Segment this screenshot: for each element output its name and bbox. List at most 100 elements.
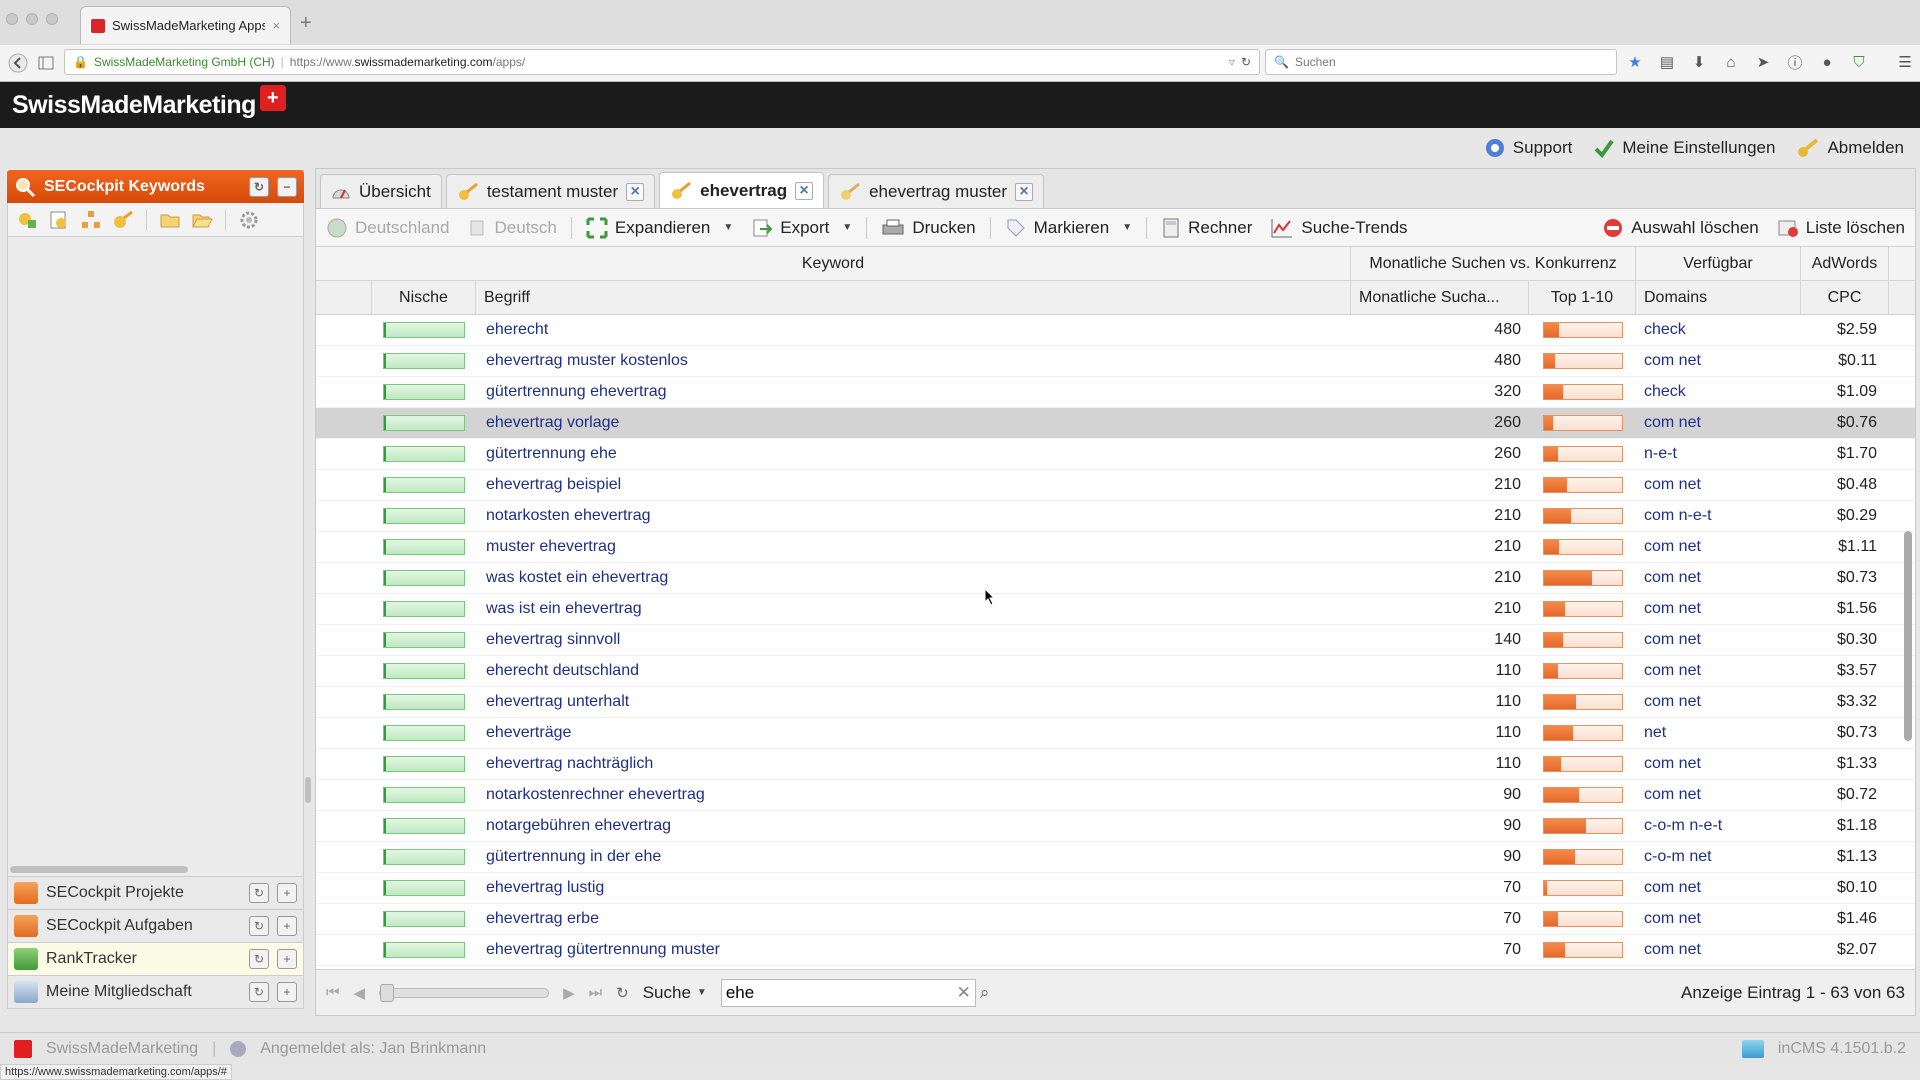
export-button[interactable]: Export ▼ <box>747 217 856 239</box>
term-cell[interactable]: notarkostenrechner ehevertrag <box>476 786 1351 804</box>
sidebar-refresh-button[interactable]: ↻ <box>249 176 269 197</box>
table-row[interactable]: ehevertrag nachträglich 110 com net $1.33 <box>316 749 1915 780</box>
table-row[interactable]: ehevertrag erbe 70 com net $1.46 <box>316 904 1915 935</box>
term-cell[interactable]: ehevertrag gütertrennung muster <box>476 941 1351 959</box>
search-mode-dropdown[interactable]: Suche ▼ <box>643 983 707 1003</box>
term-cell[interactable]: ehevertrag sinnvoll <box>476 631 1351 649</box>
term-cell[interactable]: ehevertrag beispiel <box>476 476 1351 494</box>
shield-icon[interactable]: ⛉ <box>1846 49 1872 75</box>
reading-list-icon[interactable]: ▤ <box>1654 49 1680 75</box>
support-link[interactable]: Support <box>1485 138 1572 158</box>
domains-cell[interactable]: com net <box>1636 941 1801 959</box>
new-tab-button[interactable]: + <box>300 12 312 35</box>
col-domains[interactable]: Domains <box>1636 281 1801 314</box>
first-page-button[interactable]: ⏮ <box>326 984 340 1001</box>
keyword-tree[interactable] <box>7 237 311 877</box>
tab-ehevertrag-muster[interactable]: ehevertrag muster × <box>828 174 1045 208</box>
table-row[interactable]: notargebühren ehevertrag 90 c-o-m n-e-t $1.… <box>316 811 1915 842</box>
panel-projects[interactable]: SECockpit Projekte ↻ + <box>7 877 304 910</box>
chat-icon[interactable]: ● <box>1814 49 1840 75</box>
home-icon[interactable]: ⌂ <box>1718 49 1744 75</box>
table-row[interactable]: ehevertrag beispiel 210 com net $0.48 <box>316 470 1915 501</box>
domains-cell[interactable]: c-o-m net <box>1636 848 1801 866</box>
table-row[interactable]: eheverträge 110 net $0.73 <box>316 718 1915 749</box>
panel-ranktracker[interactable]: RankTracker ↻ + <box>7 943 304 976</box>
info-icon[interactable]: ⓘ <box>1782 49 1808 75</box>
domains-cell[interactable]: com net <box>1636 910 1801 928</box>
prev-page-button[interactable]: ◀ <box>354 984 366 1002</box>
page-slider[interactable] <box>379 983 550 1002</box>
table-row[interactable]: eherecht deutschland 110 com net $3.57 <box>316 656 1915 687</box>
table-row[interactable]: ehevertrag sinnvoll 140 com net $0.30 <box>316 625 1915 656</box>
back-button[interactable] <box>4 49 32 77</box>
table-row[interactable]: ehevertrag vorlage 260 com net $0.76 <box>316 408 1915 439</box>
col-cpc[interactable]: CPC <box>1801 281 1889 314</box>
domains-cell[interactable]: com net <box>1636 693 1801 711</box>
trends-button[interactable]: Suche-Trends <box>1266 217 1411 239</box>
col-term[interactable]: Begriff <box>476 281 1351 314</box>
settings-link[interactable]: Meine Einstellungen <box>1594 138 1775 158</box>
tab-testament-muster[interactable]: testament muster × <box>445 174 656 208</box>
col-niche[interactable]: Nische <box>372 281 476 314</box>
expand-button[interactable]: Expandieren ▼ <box>582 217 737 239</box>
domains-cell[interactable]: com n-e-t <box>1636 507 1801 525</box>
new-folder-icon[interactable] <box>157 208 183 232</box>
star-icon[interactable]: ★ <box>1622 49 1648 75</box>
add-icon[interactable]: + <box>277 883 297 903</box>
table-row[interactable]: eherecht 480 check $2.59 <box>316 315 1915 346</box>
calculator-button[interactable]: Rechner <box>1157 217 1256 239</box>
close-tab-icon[interactable]: × <box>272 18 280 33</box>
gear-icon[interactable] <box>236 208 262 232</box>
tab-overview[interactable]: Übersicht <box>320 174 442 208</box>
term-cell[interactable]: ehevertrag unterhalt <box>476 693 1351 711</box>
domains-cell[interactable]: net <box>1636 724 1801 742</box>
download-icon[interactable]: ⬇ <box>1686 49 1712 75</box>
tree-keyword-icon[interactable] <box>78 208 104 232</box>
domains-cell[interactable]: com net <box>1636 352 1801 370</box>
table-row[interactable]: notarkosten ehevertrag 210 com n-e-t $0.29 <box>316 501 1915 532</box>
add-icon[interactable]: + <box>277 982 297 1002</box>
table-row[interactable]: notarkostenrechner ehevertrag 90 com net $0… <box>316 780 1915 811</box>
open-folder-icon[interactable] <box>189 208 215 232</box>
close-window-button[interactable] <box>6 13 18 25</box>
term-cell[interactable]: notarkosten ehevertrag <box>476 507 1351 525</box>
table-row[interactable]: ehevertrag muster kostenlos 480 com net $0.… <box>316 346 1915 377</box>
term-cell[interactable]: eherecht <box>476 321 1351 339</box>
edit-keyword-icon[interactable] <box>110 208 136 232</box>
domains-cell[interactable]: com net <box>1636 755 1801 773</box>
domains-cell[interactable]: com net <box>1636 414 1801 432</box>
menu-icon[interactable]: ☰ <box>1892 49 1918 75</box>
domains-cell[interactable]: com net <box>1636 631 1801 649</box>
term-cell[interactable]: gütertrennung in der ehe <box>476 848 1351 866</box>
clear-list-button[interactable]: Liste löschen <box>1773 217 1909 239</box>
add-keyword-icon[interactable] <box>14 208 40 232</box>
clear-selection-button[interactable]: Auswahl löschen <box>1598 217 1763 239</box>
domains-cell[interactable]: n-e-t <box>1636 445 1801 463</box>
domains-cell[interactable]: com net <box>1636 786 1801 804</box>
term-cell[interactable]: ehevertrag vorlage <box>476 414 1351 432</box>
send-icon[interactable]: ➤ <box>1750 49 1776 75</box>
domains-cell[interactable]: com net <box>1636 538 1801 556</box>
domains-cell[interactable]: com net <box>1636 879 1801 897</box>
table-row[interactable]: ehevertrag unterhalt 110 com net $3.32 <box>316 687 1915 718</box>
new-keyword-icon[interactable] <box>46 208 72 232</box>
filter-search-input[interactable] <box>725 982 953 1003</box>
term-cell[interactable]: was kostet ein ehevertrag <box>476 569 1351 587</box>
term-cell[interactable]: ehevertrag muster kostenlos <box>476 352 1351 370</box>
sidebar-collapse-button[interactable]: − <box>277 176 297 197</box>
table-row[interactable]: gütertrennung ehevertrag 320 check $1.09 <box>316 377 1915 408</box>
term-cell[interactable]: ehevertrag erbe <box>476 910 1351 928</box>
domains-cell[interactable]: com net <box>1636 569 1801 587</box>
table-row[interactable]: gütertrennung ehe 260 n-e-t $1.70 <box>316 439 1915 470</box>
refresh-icon[interactable]: ↻ <box>249 982 269 1002</box>
term-cell[interactable]: ehevertrag lustig <box>476 879 1351 897</box>
close-tab-icon[interactable]: × <box>795 181 814 200</box>
term-cell[interactable]: ehevertrag nachträglich <box>476 755 1351 773</box>
domains-cell[interactable]: com net <box>1636 476 1801 494</box>
panel-tasks[interactable]: SECockpit Aufgaben ↻ + <box>7 910 304 943</box>
domains-cell[interactable]: com net <box>1636 600 1801 618</box>
refresh-icon[interactable]: ↻ <box>249 949 269 969</box>
term-cell[interactable]: notargebühren ehevertrag <box>476 817 1351 835</box>
language-button[interactable]: Deutsch <box>464 218 561 238</box>
close-tab-icon[interactable]: × <box>626 182 645 201</box>
